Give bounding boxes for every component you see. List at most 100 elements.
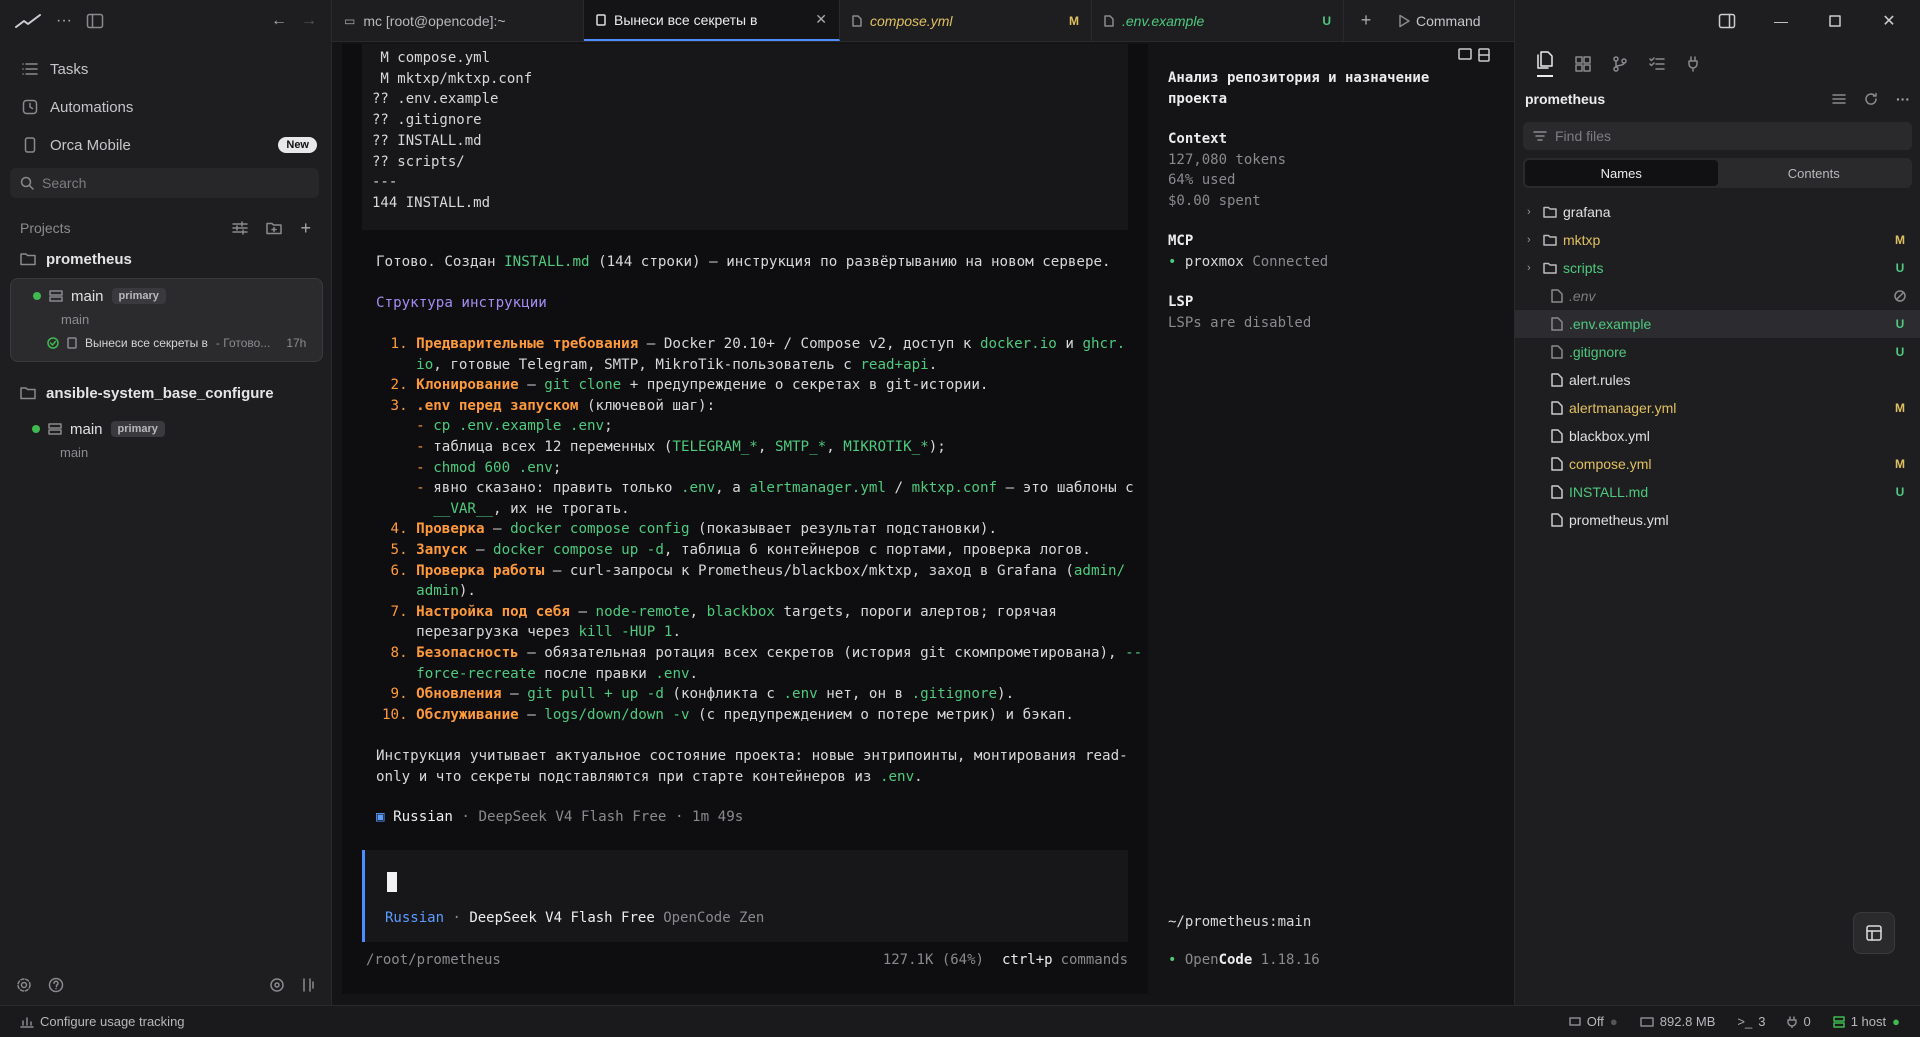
status-hosts[interactable]: 1 host ● (1832, 1014, 1900, 1029)
tree-item-prometheus-yml[interactable]: prometheus.yml (1515, 506, 1920, 534)
search-placeholder: Search (42, 175, 87, 191)
git-branch-icon[interactable] (1613, 56, 1627, 72)
minimize-icon[interactable]: — (1754, 13, 1808, 29)
file-tree: › grafana › mktxp M › scripts U .env .en… (1515, 198, 1920, 534)
status-off[interactable]: Off ● (1569, 1014, 1618, 1029)
step-1: 1. Предварительные требования — Docker 2… (382, 336, 1126, 352)
terminal-pane[interactable]: M compose.yml M mktxp/mktxp.conf ?? .env… (342, 44, 1504, 994)
terminal-scrollbar[interactable] (1494, 44, 1504, 994)
files-icon[interactable] (1537, 51, 1553, 77)
tab-env-example[interactable]: .env.example U (1092, 0, 1344, 41)
untracked-status: U (1322, 13, 1331, 28)
chevron-right-icon: › (1527, 206, 1531, 218)
nav-tasks[interactable]: Tasks (0, 50, 331, 88)
status-terminals[interactable]: >_ 3 (1737, 1014, 1765, 1029)
branch-name: main (70, 420, 103, 438)
panel-layout-button[interactable] (1853, 912, 1895, 954)
bar-chart-icon (20, 1016, 34, 1028)
monitor-icon (1569, 1016, 1581, 1028)
file-icon (1551, 401, 1563, 415)
maximize-icon[interactable] (1808, 15, 1862, 27)
note-line-2: only и что секреты подставляются при ста… (376, 768, 923, 785)
check-circle-icon (47, 337, 59, 349)
main-area: ▭ mc [root@opencode]:~ Вынеси все секрет… (332, 0, 1514, 1005)
tree-item-alertmanager[interactable]: alertmanager.yml M (1515, 394, 1920, 422)
server-icon (1832, 1015, 1845, 1028)
more-icon[interactable]: ··· (56, 12, 72, 30)
find-files-input[interactable]: Find files (1523, 122, 1912, 150)
refresh-icon[interactable] (1864, 92, 1878, 106)
tab-terminal-mc[interactable]: ▭ mc [root@opencode]:~ (332, 0, 584, 41)
command-button[interactable]: Command (1388, 0, 1491, 41)
phone-icon (22, 137, 38, 153)
add-folder-icon[interactable] (266, 221, 283, 235)
text-cursor (387, 872, 397, 892)
prompt-input[interactable]: Russian · DeepSeek V4 Flash Free OpenCod… (362, 850, 1128, 942)
step-3-b2: - таблица всех 12 переменных (TELEGRAM_*… (382, 439, 946, 455)
plug-icon[interactable] (1687, 56, 1699, 72)
tree-item-mktxp[interactable]: › mktxp M (1515, 226, 1920, 254)
tab-chat-secrets[interactable]: Вынеси все секреты в ✕ (584, 0, 840, 41)
shortcut-key: ctrl+p (1001, 952, 1053, 968)
close-window-icon[interactable]: ✕ (1862, 11, 1916, 31)
workspace-ansible-main[interactable]: main primary main (10, 412, 323, 470)
split-icon[interactable] (1478, 48, 1490, 62)
more-icon[interactable]: ··· (1896, 91, 1910, 107)
seg-contents[interactable]: Contents (1718, 160, 1911, 186)
toggle-sidebar-icon[interactable] (86, 13, 104, 29)
seg-names[interactable]: Names (1525, 160, 1718, 186)
project-ansible[interactable]: ansible-system_base_configure (0, 378, 331, 408)
extensions-icon[interactable] (1575, 56, 1591, 72)
tree-item-alert-rules[interactable]: alert.rules (1515, 366, 1920, 394)
forward-arrow-icon[interactable]: → (301, 12, 317, 30)
help-icon[interactable] (48, 977, 64, 993)
copy-icon[interactable] (1458, 48, 1472, 62)
host-status-dot: ● (1892, 1014, 1900, 1029)
tree-item-blackbox[interactable]: blackbox.yml (1515, 422, 1920, 450)
play-icon (1398, 14, 1410, 28)
tab-compose-yml[interactable]: compose.yml M (840, 0, 1092, 41)
file-icon (1104, 14, 1114, 27)
layout-icon[interactable] (1700, 13, 1754, 29)
status-dot (33, 292, 41, 300)
add-project-icon[interactable]: + (300, 218, 311, 239)
checklist-icon[interactable] (1649, 57, 1665, 71)
lsp-status: LSPs are disabled (1168, 314, 1312, 331)
back-arrow-icon[interactable]: ← (271, 12, 287, 30)
settings-gear-icon[interactable] (16, 977, 32, 993)
project-prometheus[interactable]: prometheus (0, 244, 331, 274)
workspace-prometheus-main[interactable]: main primary main Вынеси все секреты в -… (10, 278, 323, 362)
panel-toggle-icon[interactable] (301, 977, 315, 993)
mcp-label: MCP (1168, 233, 1194, 249)
file-icon (1551, 457, 1563, 471)
tree-item-grafana[interactable]: › grafana (1515, 198, 1920, 226)
new-tab-button[interactable]: + (1344, 0, 1388, 41)
sidebar-search[interactable]: Search (10, 168, 319, 198)
list-view-icon[interactable] (1832, 93, 1846, 105)
status-memory[interactable]: 892.8 MB (1640, 1014, 1715, 1029)
filter-icon (1533, 130, 1547, 142)
usage-tracking-link[interactable]: Configure usage tracking (20, 1014, 185, 1029)
context-used: 64% used (1168, 172, 1236, 188)
message-meta: ▣ Russian · DeepSeek V4 Flash Free · 1m … (376, 809, 744, 825)
sync-icon[interactable] (269, 977, 285, 993)
square-icon: ▣ (376, 809, 385, 825)
close-tab-icon[interactable]: ✕ (815, 11, 827, 28)
workspace-task[interactable]: Вынеси все секреты в - Готово... 17h (33, 331, 308, 355)
tree-item-env-example[interactable]: .env.example U (1515, 310, 1920, 338)
projects-label: Projects (20, 220, 71, 236)
step-10: 10. Обслуживание — logs/down/down -v (с … (382, 706, 1074, 723)
tree-item-gitignore[interactable]: .gitignore U (1515, 338, 1920, 366)
tree-item-env[interactable]: .env (1515, 282, 1920, 310)
filter-icon[interactable] (232, 221, 249, 235)
projects-header: Projects + (0, 212, 331, 244)
tree-item-compose[interactable]: compose.yml M (1515, 450, 1920, 478)
file-icon (1551, 373, 1563, 387)
tree-item-install-md[interactable]: INSTALL.md U (1515, 478, 1920, 506)
status-ports[interactable]: 0 (1787, 1014, 1811, 1029)
done-line: Готово. Создан INSTALL.md (144 строки) —… (376, 254, 1111, 270)
tree-item-scripts[interactable]: › scripts U (1515, 254, 1920, 282)
nav-orca-mobile[interactable]: Orca Mobile New (0, 126, 331, 164)
sidebar: ··· ← → Tasks Automations Orca Mobile Ne… (0, 0, 332, 1005)
nav-automations[interactable]: Automations (0, 88, 331, 126)
